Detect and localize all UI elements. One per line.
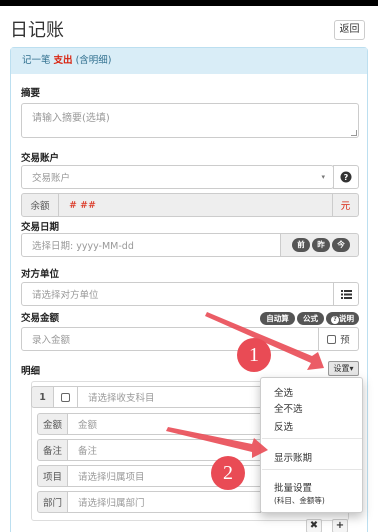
step-1-badge: 1	[237, 338, 271, 372]
page: 日记账 返回 记一笔 支出 (含明细) 摘要 请输入摘要(选填) 交易账户 交易…	[0, 0, 378, 532]
step-2-badge: 2	[211, 456, 245, 490]
arrow-2-icon	[166, 427, 268, 458]
annotation-arrows	[166, 312, 324, 458]
